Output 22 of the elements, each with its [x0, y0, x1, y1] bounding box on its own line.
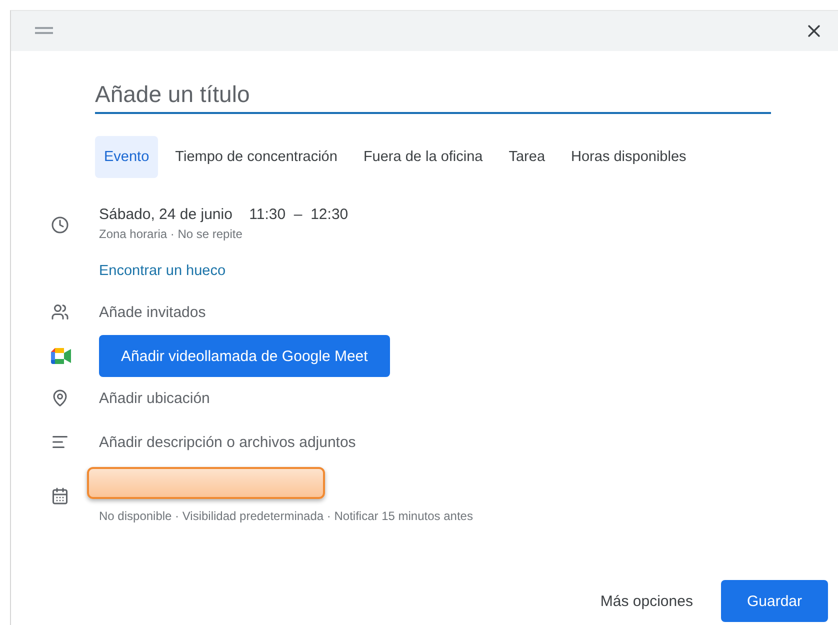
timezone-recurrence[interactable]: Zona horaria · No se repite	[99, 227, 348, 241]
event-type-tab[interactable]: Tiempo de concentración	[166, 136, 346, 178]
video-camera-icon	[51, 348, 71, 364]
calendar-icon	[51, 487, 69, 505]
event-type-tab[interactable]: Fuera de la oficina	[354, 136, 492, 178]
event-type-tab[interactable]: Evento	[95, 136, 158, 178]
event-settings-summary[interactable]: No disponible · Visibilidad predeterminada · Notificar 15 minutos antes	[99, 509, 473, 523]
event-type-tab[interactable]: Tarea	[500, 136, 554, 178]
people-icon	[51, 303, 69, 321]
location-pin-icon	[51, 389, 69, 407]
more-options-button[interactable]: Más opciones	[592, 582, 701, 620]
description-icon	[51, 433, 69, 451]
clock-icon	[51, 216, 69, 234]
find-time-link[interactable]: Encontrar un hueco	[99, 263, 226, 279]
event-type-tab[interactable]: Horas disponibles	[562, 136, 696, 178]
save-button[interactable]: Guardar	[720, 580, 828, 622]
add-meet-button[interactable]: Añadir videollamada de Google Meet	[99, 335, 390, 377]
description-field[interactable]: Añadir descripción o archivos adjuntos	[99, 434, 356, 450]
event-date-time[interactable]: Sábado, 24 de junio 11:30 – 12:30	[99, 206, 348, 223]
location-field[interactable]: Añadir ubicación	[99, 390, 210, 406]
guests-field[interactable]: Añade invitados	[99, 304, 206, 320]
drag-handle-icon[interactable]	[35, 27, 53, 35]
